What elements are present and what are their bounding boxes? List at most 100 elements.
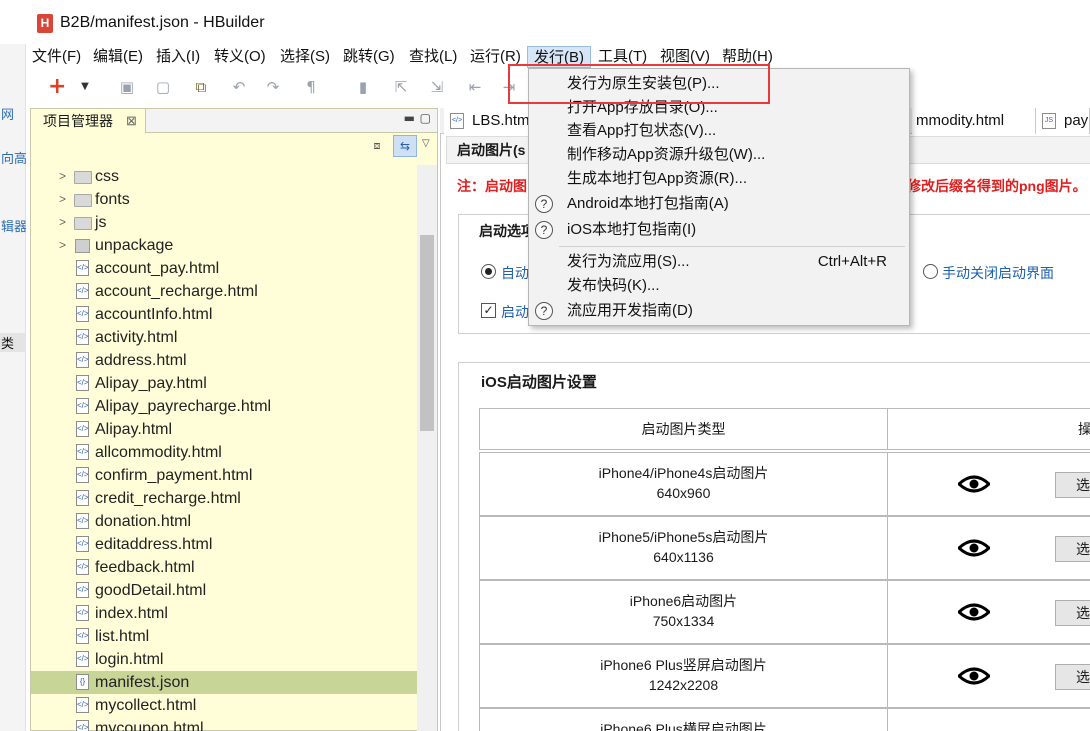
tree-item[interactable]: </> donation.html: [31, 510, 417, 533]
menu-item-local-pack-resources[interactable]: 生成本地打包App资源(R)...: [529, 167, 909, 191]
minimize-icon[interactable]: ▬: [404, 111, 415, 125]
row-size: 750x1334: [652, 613, 715, 629]
menu-find[interactable]: 查找(L): [403, 46, 463, 68]
tree-item[interactable]: </> editaddress.html: [31, 533, 417, 556]
tree-item-label: feedback.html: [95, 559, 195, 576]
tree-item[interactable]: </> goodDetail.html: [31, 579, 417, 602]
maximize-icon[interactable]: ▢: [420, 111, 431, 125]
menu-item-upgrade-package[interactable]: 制作移动App资源升级包(W)...: [529, 143, 909, 167]
tree-item[interactable]: </> address.html: [31, 349, 417, 372]
eye-icon[interactable]: [958, 667, 990, 685]
view-menu-icon[interactable]: ▽: [422, 138, 430, 149]
copy-icon[interactable]: ⧉: [192, 78, 210, 96]
menu-edit[interactable]: 编辑(E): [87, 46, 149, 68]
tree-item[interactable]: </> login.html: [31, 648, 417, 671]
save-icon[interactable]: ▣: [118, 78, 136, 96]
close-icon[interactable]: ⊠: [126, 109, 137, 133]
menu-item-stream-guide[interactable]: ? 流应用开发指南(D): [529, 299, 909, 323]
new-plus-icon[interactable]: +: [48, 76, 66, 98]
menu-insert[interactable]: 插入(I): [150, 46, 206, 68]
html-file-icon: </>: [76, 398, 89, 414]
menu-item-app-pack-status[interactable]: 查看App打包状态(V)...: [529, 119, 909, 143]
tab-lbs[interactable]: </> LBS.htm: [444, 108, 530, 134]
tree-item[interactable]: </> allcommodity.html: [31, 441, 417, 464]
menu-item-publish-quickcode[interactable]: 发布快码(K)...: [529, 274, 909, 298]
new-dropdown-arrow-icon[interactable]: ▼: [76, 78, 94, 96]
save-all-icon[interactable]: ▢: [154, 78, 172, 96]
tree-item[interactable]: > fonts: [31, 188, 417, 211]
tree-item[interactable]: </> account_recharge.html: [31, 280, 417, 303]
tree-item[interactable]: > unpackage: [31, 234, 417, 257]
select-image-button[interactable]: 选: [1055, 664, 1090, 690]
tree-item-label: Alipay.html: [95, 421, 173, 438]
tree-scrollbar-thumb[interactable]: [420, 235, 434, 431]
eye-icon[interactable]: [958, 475, 990, 493]
tree-item[interactable]: </> account_pay.html: [31, 257, 417, 280]
tab-allcommodity[interactable]: mmodity.html: [912, 108, 1036, 134]
menu-goto[interactable]: 跳转(G): [337, 46, 401, 68]
startup-checkbox[interactable]: ✓: [481, 303, 496, 318]
project-manager-tab[interactable]: 项目管理器 ⊠: [31, 109, 146, 133]
collapse-all-icon[interactable]: ⧈: [369, 139, 385, 155]
menu-file[interactable]: 文件(F): [26, 46, 87, 68]
tree-item[interactable]: </> accountInfo.html: [31, 303, 417, 326]
tab-label: LBS.htm: [472, 112, 530, 129]
menu-item-ios-guide[interactable]: ? iOS本地打包指南(I): [529, 218, 909, 242]
tree-item[interactable]: </> confirm_payment.html: [31, 464, 417, 487]
tab-pay[interactable]: JS payM: [1036, 108, 1090, 134]
tree-item[interactable]: </> Alipay_payrecharge.html: [31, 395, 417, 418]
package-icon: [75, 239, 90, 253]
expand-arrow-icon[interactable]: >: [59, 188, 66, 211]
eye-icon[interactable]: [958, 539, 990, 557]
html-file-icon: </>: [76, 651, 89, 667]
tree-item[interactable]: > css: [31, 165, 417, 188]
select-image-button[interactable]: 选: [1055, 536, 1090, 562]
undo-icon[interactable]: ↶: [230, 78, 248, 96]
table-row-actions: 选: [887, 580, 1090, 644]
menu-item-label: iOS本地打包指南(I): [567, 221, 697, 238]
tree-item[interactable]: > js: [31, 211, 417, 234]
html-file-icon: </>: [76, 720, 89, 731]
eye-icon[interactable]: [958, 603, 990, 621]
format-icon[interactable]: ¶: [302, 78, 320, 96]
menu-item-stream-app[interactable]: 发行为流应用(S)... Ctrl+Alt+R: [529, 250, 909, 274]
tree-item[interactable]: </> list.html: [31, 625, 417, 648]
select-image-button[interactable]: 选: [1055, 472, 1090, 498]
html-file-icon: </>: [76, 329, 89, 345]
tree-item[interactable]: </> credit_recharge.html: [31, 487, 417, 510]
tree-item[interactable]: </> index.html: [31, 602, 417, 625]
expand-arrow-icon[interactable]: >: [59, 234, 66, 257]
link-editor-icon[interactable]: ⇆: [393, 135, 417, 157]
tree-item[interactable]: </> mycollect.html: [31, 694, 417, 717]
bookmark-icon[interactable]: ▮: [354, 78, 372, 96]
tree-item-selected[interactable]: {} manifest.json: [31, 671, 417, 694]
row-name: iPhone6 Plus竖屏启动图片: [600, 657, 767, 673]
row-size: 640x960: [656, 485, 711, 501]
json-file-icon: {}: [76, 674, 89, 690]
select-image-button[interactable]: 选: [1055, 600, 1090, 626]
tree-item[interactable]: </> activity.html: [31, 326, 417, 349]
expand-arrow-icon[interactable]: >: [59, 211, 66, 234]
expand-arrow-icon[interactable]: >: [59, 165, 66, 188]
auto-close-radio[interactable]: [481, 264, 496, 279]
manual-close-radio[interactable]: [923, 264, 938, 279]
menu-item-android-guide[interactable]: ? Android本地打包指南(A): [529, 192, 909, 216]
tree-item[interactable]: </> mycoupon.html: [31, 717, 417, 731]
table-row-actions: 选: [887, 452, 1090, 516]
window-title: B2B/manifest.json - HBuilder: [60, 14, 265, 31]
prev-bookmark-icon[interactable]: ⇱: [392, 78, 410, 96]
menu-item-label: 流应用开发指南(D): [567, 302, 693, 319]
next-bookmark-icon[interactable]: ⇲: [428, 78, 446, 96]
jump-start-icon[interactable]: ⇤: [466, 78, 484, 96]
folder-icon: [74, 194, 92, 207]
menu-escape[interactable]: 转义(O): [208, 46, 272, 68]
redo-icon[interactable]: ↷: [264, 78, 282, 96]
menu-select[interactable]: 选择(S): [274, 46, 336, 68]
tree-item[interactable]: </> Alipay_pay.html: [31, 372, 417, 395]
html-file-icon: </>: [76, 536, 89, 552]
hbuilder-logo-icon: H: [37, 14, 53, 33]
tree-item[interactable]: </> Alipay.html: [31, 418, 417, 441]
tree-item-label: list.html: [95, 628, 150, 645]
tree-item[interactable]: </> feedback.html: [31, 556, 417, 579]
auto-close-label: 自动: [501, 265, 529, 281]
